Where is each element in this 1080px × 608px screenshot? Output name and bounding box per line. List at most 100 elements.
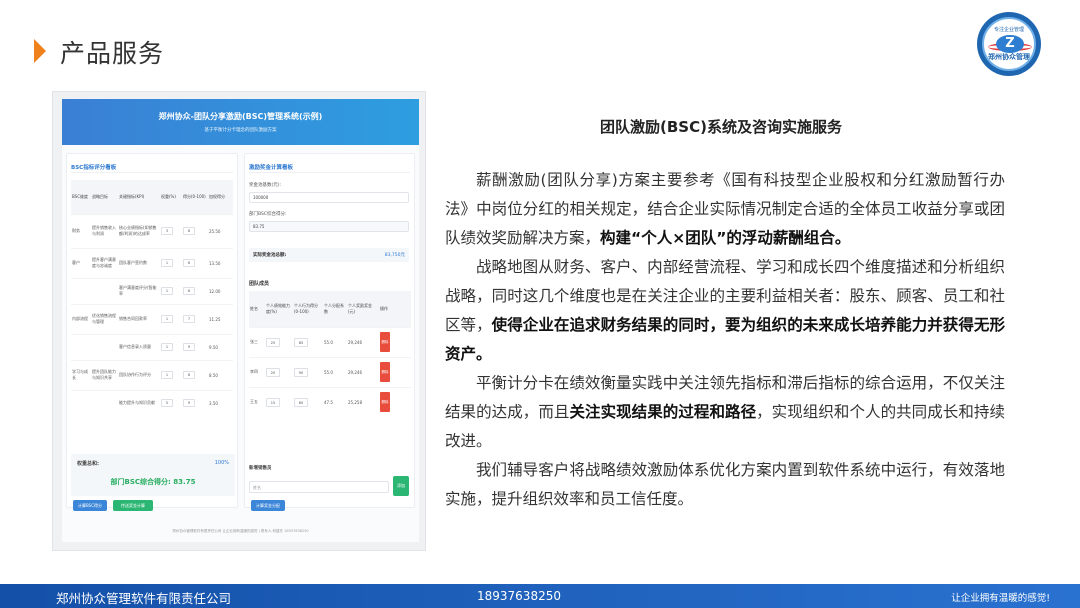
weight-input[interactable]: 3 bbox=[161, 227, 173, 235]
app-header: 郑州协众-团队分享激励(BSC)管理系统(示例) 基于平衡计分卡理念的团队激励方… bbox=[62, 99, 419, 145]
footer-slogan: 让企业拥有温暖的感觉! bbox=[951, 593, 1050, 604]
weight-input[interactable]: 1 bbox=[161, 259, 173, 267]
table-header-row: BSC维度 战略目标 关键指标(KPI) 权重(%) 得分(0-100) 加权得… bbox=[71, 180, 233, 214]
col-header: BSC维度 bbox=[71, 180, 91, 214]
panel-title: 激励奖金计算看板 bbox=[249, 165, 294, 171]
score-summary: 权重总和: 100% 部门BSC综合得分: 83.75 bbox=[71, 454, 235, 496]
behave-input[interactable]: 90 bbox=[294, 367, 308, 377]
table-row: 内部流程 优化销售流程与管理 销售合同回款率 1 7 11.25 bbox=[71, 303, 233, 334]
company-logo: 专注企业管理 Z 郑州协众管理 bbox=[977, 12, 1041, 76]
col-header: 个人绩效能力度(%) bbox=[265, 291, 293, 327]
cell-goal bbox=[91, 333, 118, 360]
logo-top-text: 专注企业管理 bbox=[993, 27, 1024, 33]
cell-goal: 提升销售收入与利润 bbox=[91, 213, 118, 248]
calc-bsc-button[interactable]: 计算BSC得分 bbox=[73, 500, 107, 511]
add-member-button[interactable]: 添加 bbox=[393, 476, 409, 496]
table-row: 学习与成长 提升团队能力与知识共享 团队协作行为评分 1 8 8.50 bbox=[71, 359, 233, 390]
member-bonus: 25,258 bbox=[347, 386, 379, 417]
member-coef: 47.5 bbox=[323, 386, 347, 417]
weight-input[interactable]: 1 bbox=[161, 371, 173, 379]
score-input[interactable]: 9 bbox=[183, 343, 195, 351]
cell-kpi: 客户满意度评分(智能率 bbox=[118, 277, 160, 304]
app-title: 郑州协众-团队分享激励(BSC)管理系统(示例) bbox=[158, 112, 323, 121]
calc-allocation-button[interactable]: 计算奖金分配 bbox=[251, 500, 285, 511]
cell-weighted: 25.50 bbox=[208, 213, 233, 248]
delete-button[interactable]: 删除 bbox=[380, 362, 390, 382]
send-bonus-button[interactable]: 传送奖金计算 bbox=[113, 500, 153, 511]
member-bonus: 29,246 bbox=[347, 356, 379, 387]
dept-bsc-score: 部门BSC综合得分: 83.75 bbox=[110, 478, 196, 486]
weight-input[interactable]: 1 bbox=[161, 287, 173, 295]
member-name: 王五 bbox=[249, 386, 265, 417]
app-subtitle: 基于平衡计分卡理念的团队激励方案 bbox=[204, 128, 277, 133]
members-table: 姓名 个人绩效能力度(%) 个人行为得分(0-100) 个人分配系数 个人奖励奖… bbox=[249, 291, 411, 417]
behave-input[interactable]: 80 bbox=[294, 397, 308, 407]
col-header: 战略目标 bbox=[91, 180, 118, 214]
col-header: 关键指标(KPI) bbox=[118, 180, 160, 214]
actual-pool-box: 实际奖金池总额: 83,750元 bbox=[249, 248, 409, 262]
bsc-table: BSC维度 战略目标 关键指标(KPI) 权重(%) 得分(0-100) 加权得… bbox=[71, 180, 233, 416]
perf-input[interactable]: 25 bbox=[266, 337, 280, 347]
weight-total-label: 权重总和: bbox=[77, 461, 99, 467]
score-input[interactable]: 6 bbox=[183, 259, 195, 267]
paragraph: 我们辅导客户将战略绩效激励体系优化方案内置到软件系统中运行，有效落地实施，提升组… bbox=[445, 461, 1005, 508]
logo-z-icon: Z bbox=[996, 35, 1024, 53]
score-input[interactable]: 8 bbox=[183, 227, 195, 235]
perf-input[interactable]: 20 bbox=[266, 367, 280, 377]
col-header: 得分(0-100) bbox=[182, 180, 208, 214]
bsc-score-panel: BSC指标评分看板 BSC维度 战略目标 关键指标(KPI) 权重(%) 得分(… bbox=[66, 153, 238, 511]
members-title: 团队成员 bbox=[249, 281, 270, 287]
weight-total-value: 100% bbox=[214, 460, 229, 466]
cell-weighted: 3.50 bbox=[208, 389, 233, 416]
col-header: 加权得分 bbox=[208, 180, 233, 214]
cell-goal bbox=[91, 277, 118, 304]
col-header: 姓名 bbox=[249, 291, 265, 327]
col-header: 权重(%) bbox=[160, 180, 182, 214]
cell-dim bbox=[71, 277, 91, 304]
pool-input[interactable]: 100000 bbox=[249, 192, 409, 203]
weight-input[interactable]: 1 bbox=[161, 315, 173, 323]
weight-input[interactable]: 5 bbox=[161, 399, 173, 408]
cell-weighted: 8.50 bbox=[208, 359, 233, 390]
table-row: 能力提升与知识贡献 5 9 3.50 bbox=[71, 389, 233, 416]
score-input[interactable]: 8 bbox=[183, 371, 195, 379]
delete-button[interactable]: 删除 bbox=[380, 332, 390, 352]
behave-input[interactable]: 85 bbox=[294, 337, 308, 347]
dept-score-field: 83.75 bbox=[249, 221, 409, 232]
table-row: 财务 提升销售收入与利润 核心业绩指标(如销售额/利润)的达成率 3 8 25.… bbox=[71, 213, 233, 248]
article-title: 团队激励(BSC)系统及咨询实施服务 bbox=[600, 118, 842, 136]
cell-goal bbox=[91, 389, 118, 416]
new-member-input[interactable]: 姓名 bbox=[249, 481, 389, 493]
score-input[interactable]: 7 bbox=[183, 315, 195, 323]
cell-weighted: 11.25 bbox=[208, 303, 233, 334]
table-row: 客户满意度评分(智能率 1 8 12.00 bbox=[71, 277, 233, 304]
app-footer: 郑州协众管理软件有限责任公司 让企业拥有温暖的感觉 | 联系人:何建先 1893… bbox=[172, 529, 309, 533]
panel-title: BSC指标评分看板 bbox=[71, 165, 117, 171]
page-title: 产品服务 bbox=[60, 39, 165, 68]
paragraph-bold: 构建“个人×团队”的浮动薪酬组合。 bbox=[600, 229, 851, 247]
table-row: 客户 提升客户满意度与忠诚度 团队客户签约数 1 6 13.50 bbox=[71, 247, 233, 278]
score-input[interactable]: 8 bbox=[183, 287, 195, 295]
member-bonus: 29,246 bbox=[347, 326, 379, 357]
dept-score-label: 部门BSC综合得分: bbox=[249, 212, 287, 217]
cell-dim: 学习与成长 bbox=[71, 359, 91, 390]
new-member-label: 新增销售员 bbox=[249, 466, 272, 471]
member-name: 李四 bbox=[249, 356, 265, 387]
delete-button[interactable]: 删除 bbox=[380, 392, 390, 413]
score-input[interactable]: 9 bbox=[183, 399, 195, 408]
weight-input[interactable]: 1 bbox=[161, 343, 173, 351]
cell-goal: 优化销售流程与管理 bbox=[91, 303, 118, 334]
footer-phone: 18937638250 bbox=[477, 589, 561, 603]
footer-company: 郑州协众管理软件有限责任公司 bbox=[56, 591, 232, 606]
bonus-calc-panel: 激励奖金计算看板 奖金池基数(元): 100000 部门BSC综合得分: 83.… bbox=[244, 153, 415, 511]
footer-bar: 郑州协众管理软件有限责任公司 18937638250 让企业拥有温暖的感觉! bbox=[0, 584, 1080, 608]
table-row: 张三 25 85 55.0 29,246 删除 bbox=[249, 326, 411, 357]
cell-kpi: 团队协作行为评分 bbox=[118, 359, 160, 390]
cell-dim: 财务 bbox=[71, 213, 91, 248]
perf-input[interactable]: 15 bbox=[266, 397, 280, 407]
cell-kpi: 客户信息录入质量 bbox=[118, 333, 160, 360]
member-coef: 55.0 bbox=[323, 356, 347, 387]
cell-kpi: 销售合同回款率 bbox=[118, 303, 160, 334]
member-name: 张三 bbox=[249, 326, 265, 357]
slide: 产品服务 专注企业管理 Z 郑州协众管理 郑州协众-团队分享激励(BSC)管理系… bbox=[0, 0, 1080, 608]
